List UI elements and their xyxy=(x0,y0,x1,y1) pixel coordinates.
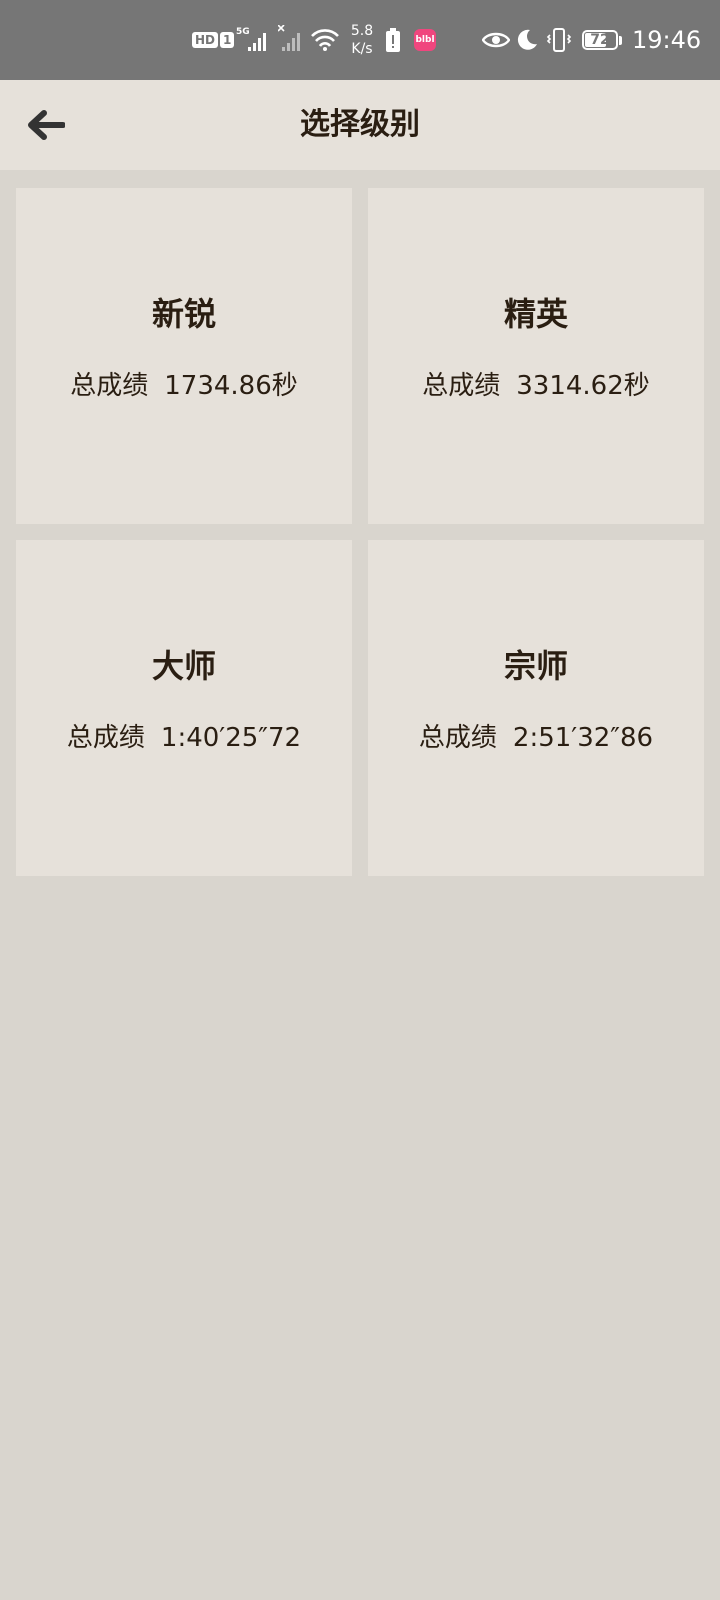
score-value: 2:51′32″86 xyxy=(512,722,654,753)
vibrate-icon xyxy=(546,0,572,80)
score-label: 总成绩 xyxy=(66,722,145,753)
hd-voice-indicator: HD 1 xyxy=(192,0,235,80)
level-name: 精英 xyxy=(503,294,568,333)
network-type-label: 5G xyxy=(236,27,250,37)
do-not-disturb-icon xyxy=(516,0,538,80)
score-label: 总成绩 xyxy=(70,370,149,401)
battery-alert-icon xyxy=(386,0,400,80)
battery-percent: 72 xyxy=(590,32,610,48)
battery-icon: 72 xyxy=(582,30,618,50)
score-value: 1:40′25″72 xyxy=(160,722,302,753)
page-title: 选择级别 xyxy=(300,107,420,142)
status-bar: HD 1 5G 5.8 K/s blbl 72 19:46 xyxy=(0,0,720,80)
score-value: 3314.62秒 xyxy=(516,370,650,401)
level-name: 大师 xyxy=(151,646,216,685)
sim-number: 1 xyxy=(220,32,235,48)
app-notification-icon: blbl xyxy=(414,0,436,80)
level-card-zongshi[interactable]: 宗师 总成绩 2:51′32″86 xyxy=(368,540,704,876)
speed-value: 5.8 xyxy=(350,23,374,39)
level-name: 宗师 xyxy=(503,646,568,685)
app-badge-label: blbl xyxy=(415,35,435,45)
clock: 19:46 xyxy=(632,26,702,54)
score-label: 总成绩 xyxy=(422,370,501,401)
level-score: 总成绩 1734.86秒 xyxy=(70,365,298,402)
score-value: 1734.86秒 xyxy=(164,370,298,401)
app-bar: 选择级别 xyxy=(0,80,720,170)
level-name: 新锐 xyxy=(151,294,216,333)
wifi-icon xyxy=(310,0,340,80)
level-score: 总成绩 1:40′25″72 xyxy=(67,717,301,754)
eye-comfort-icon xyxy=(482,0,510,80)
signal-5g-icon: 5G xyxy=(236,0,272,80)
network-speed: 5.8 K/s xyxy=(344,0,380,80)
level-grid: 新锐 总成绩 1734.86秒 精英 总成绩 3314.62秒 大师 总成绩 1:40… xyxy=(16,188,704,876)
score-label: 总成绩 xyxy=(418,722,497,753)
signal-sim2-icon xyxy=(278,0,304,80)
level-score: 总成绩 2:51′32″86 xyxy=(419,717,653,754)
level-card-dashi[interactable]: 大师 总成绩 1:40′25″72 xyxy=(16,540,352,876)
battery-indicator: 72 xyxy=(582,0,622,80)
level-card-jingying[interactable]: 精英 总成绩 3314.62秒 xyxy=(368,188,704,524)
level-score: 总成绩 3314.62秒 xyxy=(422,365,650,402)
level-card-xinrui[interactable]: 新锐 总成绩 1734.86秒 xyxy=(16,188,352,524)
speed-unit: K/s xyxy=(351,41,373,57)
hd-label: HD xyxy=(192,32,219,48)
